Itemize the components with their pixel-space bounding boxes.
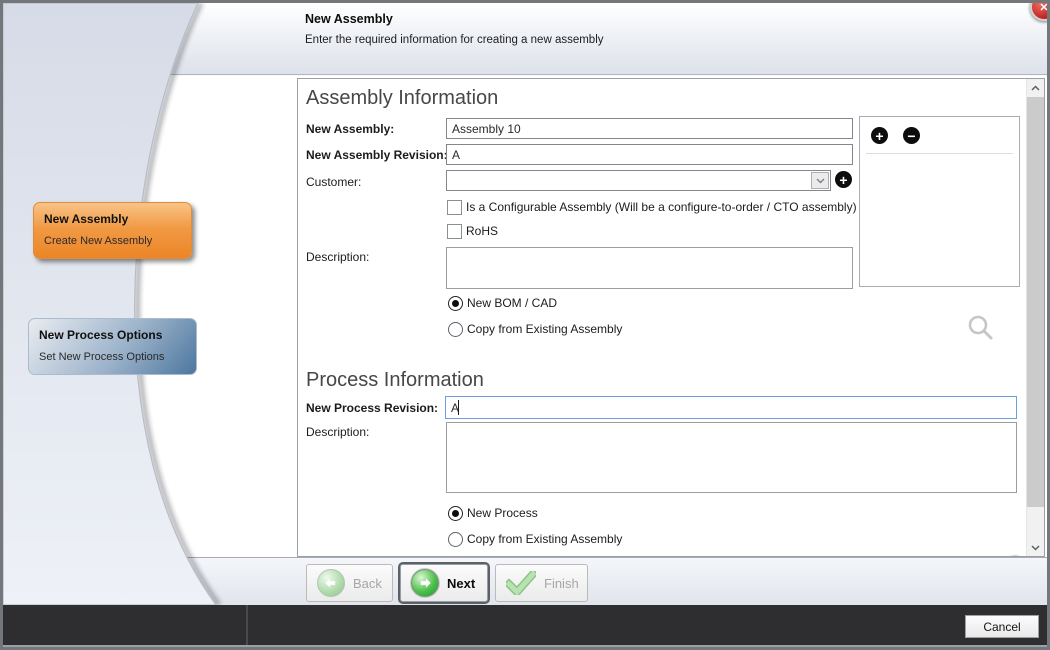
assembly-information-heading: Assembly Information [306, 87, 498, 110]
copy-existing-assembly-radio[interactable] [448, 322, 463, 337]
remove-icon[interactable]: − [903, 127, 920, 144]
configurable-assembly-label: Is a Configurable Assembly (Will be a co… [466, 200, 857, 214]
copy-existing-process-label: Copy from Existing Assembly [467, 532, 622, 546]
cancel-button[interactable]: Cancel [965, 615, 1039, 638]
assembly-description-label: Description: [306, 250, 369, 264]
text-caret [458, 400, 459, 415]
step-title: New Assembly [44, 212, 181, 226]
divider [866, 153, 1013, 154]
wizard-step-new-assembly[interactable]: New Assembly Create New Assembly [33, 202, 192, 259]
scrollbar-thumb[interactable] [1027, 97, 1044, 507]
add-customer-button[interactable]: + [835, 171, 852, 188]
new-process-label: New Process [467, 506, 538, 520]
new-bom-cad-label: New BOM / CAD [467, 296, 557, 310]
scroll-up-icon[interactable] [1027, 79, 1044, 96]
back-arrow-icon [317, 569, 345, 597]
wizard-step-new-process-options[interactable]: New Process Options Set New Process Opti… [28, 318, 197, 375]
new-process-revision-input[interactable] [445, 396, 1017, 419]
assembly-description-textarea[interactable] [446, 247, 853, 289]
customer-label: Customer: [306, 175, 361, 189]
rohs-checkbox[interactable] [447, 224, 462, 239]
new-process-radio[interactable] [448, 506, 463, 521]
step-title: New Process Options [39, 328, 186, 342]
chevron-down-icon[interactable] [811, 172, 829, 189]
back-button[interactable]: Back [306, 564, 393, 602]
new-process-revision-label: New Process Revision: [306, 401, 438, 415]
window-bottom-edge [3, 645, 1047, 647]
divider [246, 605, 248, 645]
copy-existing-process-radio[interactable] [448, 532, 463, 547]
sidebar-swoosh [3, 3, 233, 605]
next-button[interactable]: Next [400, 564, 488, 602]
copy-existing-assembly-label: Copy from Existing Assembly [467, 322, 622, 336]
wizard-window: New Assembly Enter the required informat… [3, 3, 1047, 647]
customer-dropdown[interactable] [446, 170, 831, 191]
new-bom-cad-radio[interactable] [448, 296, 463, 311]
new-assembly-input[interactable] [446, 118, 853, 139]
step-subtitle: Create New Assembly [44, 235, 181, 247]
search-assembly-icon[interactable] [967, 314, 993, 340]
configurable-assembly-checkbox[interactable] [447, 200, 462, 215]
footer-bar: Cancel [3, 605, 1047, 645]
process-description-textarea[interactable] [446, 422, 1017, 493]
back-button-label: Back [353, 576, 382, 591]
page-title: New Assembly [305, 12, 393, 26]
add-icon[interactable]: + [871, 127, 888, 144]
new-assembly-revision-label: New Assembly Revision: [306, 148, 448, 162]
finish-button[interactable]: Finish [495, 564, 588, 602]
page-subtitle: Enter the required information for creat… [305, 34, 604, 46]
rohs-label: RoHS [466, 224, 498, 238]
process-information-heading: Process Information [306, 369, 484, 392]
scroll-down-icon[interactable] [1027, 539, 1044, 556]
next-arrow-icon [411, 569, 439, 597]
new-assembly-label: New Assembly: [306, 122, 394, 136]
attachment-list-box: + − [859, 116, 1020, 287]
step-subtitle: Set New Process Options [39, 351, 186, 363]
process-description-label: Description: [306, 425, 369, 439]
next-button-label: Next [447, 576, 475, 591]
vertical-scrollbar[interactable] [1026, 79, 1044, 556]
new-assembly-revision-input[interactable] [446, 144, 853, 165]
finish-check-icon [506, 571, 536, 595]
finish-button-label: Finish [544, 576, 579, 591]
wizard-form-panel: Assembly Information New Assembly: New A… [297, 78, 1045, 557]
